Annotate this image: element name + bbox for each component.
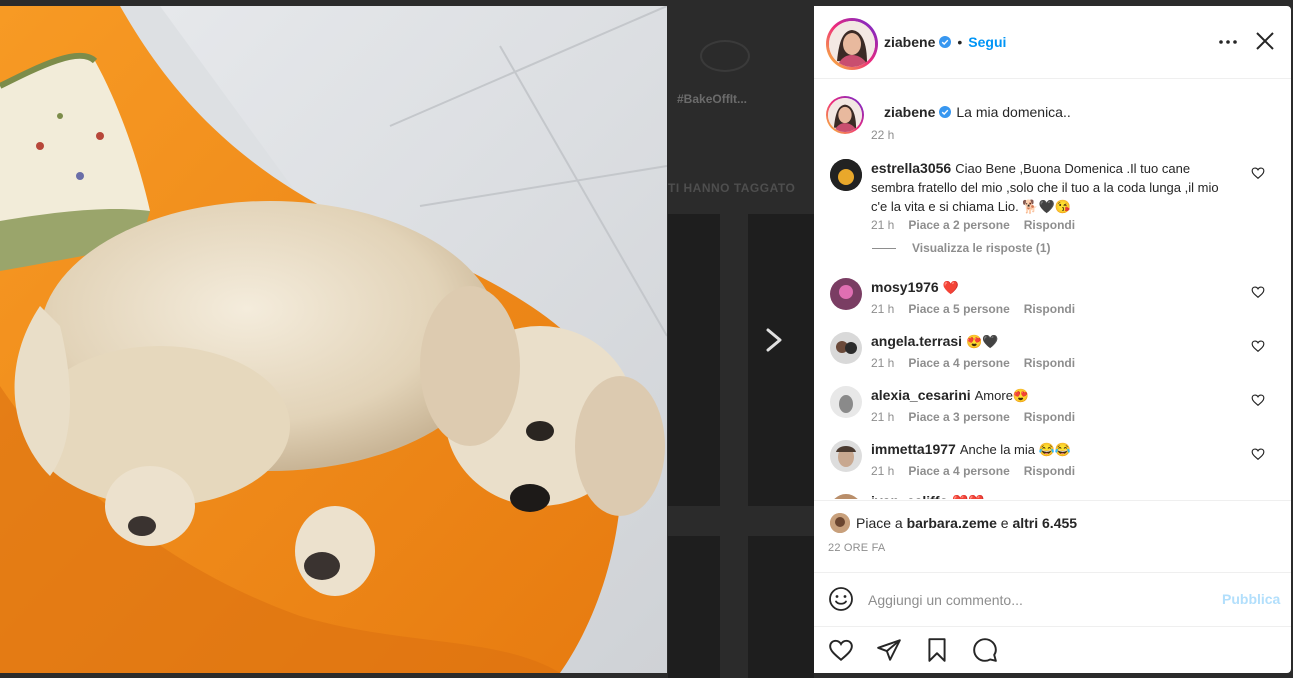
background-hashtag: #BakeOffIt... bbox=[677, 92, 748, 106]
reply-button[interactable]: Rispondi bbox=[1024, 410, 1075, 424]
comment-meta: 21 h Piace a 2 persone Rispondi bbox=[871, 218, 1075, 232]
comment-text-block: alexia_cesarini Amore😍 bbox=[871, 386, 1231, 405]
author-avatar[interactable] bbox=[829, 21, 875, 67]
comment-avatar[interactable] bbox=[830, 332, 862, 364]
comment-meta: 21 h Piace a 4 persone Rispondi bbox=[871, 356, 1075, 370]
background-tile bbox=[748, 214, 814, 506]
background-tile bbox=[668, 536, 720, 678]
author-username[interactable]: ziabene bbox=[884, 34, 935, 50]
comment-username[interactable]: alexia_cesarini bbox=[871, 387, 971, 403]
likes-line[interactable]: Piace a barbara.zeme e altri 6.455 bbox=[856, 515, 1077, 531]
emoji-icon[interactable] bbox=[828, 586, 854, 612]
follow-button[interactable]: Segui bbox=[968, 34, 1006, 50]
comment-time[interactable]: 21 h bbox=[871, 218, 894, 232]
comment-heart-icon[interactable] bbox=[1251, 447, 1265, 461]
post-photo[interactable] bbox=[0, 6, 667, 673]
liker-avatar[interactable] bbox=[830, 513, 850, 533]
comment-username[interactable]: immetta1977 bbox=[871, 441, 956, 457]
likes-middle: e bbox=[1000, 515, 1009, 531]
background-tile bbox=[668, 214, 720, 506]
comment-text-block: mosy1976 ❤️ bbox=[871, 278, 1231, 297]
comment-likes[interactable]: Piace a 4 persone bbox=[908, 356, 1009, 370]
bookmark-icon[interactable] bbox=[924, 637, 950, 663]
likes-prefix: Piace a bbox=[856, 515, 903, 531]
comment-time[interactable]: 21 h bbox=[871, 464, 894, 478]
replies-line bbox=[872, 247, 896, 249]
comment-input[interactable] bbox=[866, 585, 1210, 615]
post-side-panel: ziabene • Segui ziabene La mia domenica.… bbox=[814, 6, 1291, 673]
likes-section: Piace a barbara.zeme e altri 6.455 22 OR… bbox=[814, 500, 1291, 573]
close-icon[interactable] bbox=[1254, 30, 1276, 52]
comment-avatar[interactable] bbox=[830, 386, 862, 418]
comment-icon[interactable] bbox=[972, 637, 998, 663]
liker-username[interactable]: barbara.zeme bbox=[907, 515, 997, 531]
caption: ziabene La mia domenica.. bbox=[884, 103, 1071, 121]
caption-avatar-ring[interactable] bbox=[826, 96, 864, 134]
share-icon[interactable] bbox=[876, 637, 902, 663]
post-time-ago[interactable]: 22 ORE FA bbox=[828, 542, 885, 554]
heart-icon[interactable] bbox=[828, 637, 854, 663]
background-avatar bbox=[700, 40, 750, 72]
action-bar bbox=[814, 626, 1291, 674]
background-tile bbox=[748, 536, 814, 678]
comment-time[interactable]: 21 h bbox=[871, 410, 894, 424]
comment-text: ❤️ bbox=[942, 280, 959, 295]
comment-avatar[interactable] bbox=[830, 278, 862, 310]
next-post-button[interactable] bbox=[760, 324, 788, 356]
comment-heart-icon[interactable] bbox=[1251, 285, 1265, 299]
comment-meta: 21 h Piace a 4 persone Rispondi bbox=[871, 464, 1075, 478]
comment-avatar[interactable] bbox=[830, 440, 862, 472]
comment-username[interactable]: estrella3056 bbox=[871, 160, 951, 176]
comment-text: 😍🖤 bbox=[966, 334, 999, 349]
comment-time[interactable]: 21 h bbox=[871, 356, 894, 370]
more-options-icon[interactable] bbox=[1218, 32, 1238, 52]
comment-username[interactable]: mosy1976 bbox=[871, 279, 939, 295]
comment-meta: 21 h Piace a 5 persone Rispondi bbox=[871, 302, 1075, 316]
caption-text: La mia domenica.. bbox=[956, 104, 1071, 120]
dog-photo-illustration bbox=[0, 6, 667, 673]
comment-avatar[interactable] bbox=[830, 494, 862, 499]
comment-avatar[interactable] bbox=[830, 159, 862, 191]
header-user-line: ziabene • Segui bbox=[884, 34, 1006, 50]
view-replies-label: Visualizza le risposte (1) bbox=[912, 241, 1051, 255]
comment-username[interactable]: angela.terrasi bbox=[871, 333, 962, 349]
comments-list[interactable]: ziabene La mia domenica.. 22 h estrella30… bbox=[814, 79, 1291, 499]
likes-others[interactable]: altri 6.455 bbox=[1012, 515, 1077, 531]
publish-button[interactable]: Pubblica bbox=[1222, 591, 1280, 607]
caption-avatar[interactable] bbox=[828, 98, 862, 132]
comment-text-block: estrella3056 Ciao Bene ,Buona Domenica .I… bbox=[871, 159, 1231, 216]
separator-dot: • bbox=[957, 34, 963, 50]
reply-button[interactable]: Rispondi bbox=[1024, 464, 1075, 478]
verified-icon bbox=[939, 106, 952, 118]
reply-button[interactable]: Rispondi bbox=[1024, 218, 1075, 232]
author-avatar-ring[interactable] bbox=[826, 18, 878, 70]
comment-likes[interactable]: Piace a 5 persone bbox=[908, 302, 1009, 316]
comment-text: Anche la mia 😂😂 bbox=[959, 442, 1071, 457]
comment-text: ❤️❤️ bbox=[952, 494, 984, 499]
add-comment-bar: Pubblica bbox=[814, 572, 1291, 627]
verified-icon bbox=[939, 36, 952, 48]
comment-text-block: immetta1977 Anche la mia 😂😂 bbox=[871, 440, 1231, 459]
comment-heart-icon[interactable] bbox=[1251, 393, 1265, 407]
comment-text: Amore😍 bbox=[974, 388, 1030, 403]
reply-button[interactable]: Rispondi bbox=[1024, 356, 1075, 370]
comment-meta: 21 h Piace a 3 persone Rispondi bbox=[871, 410, 1075, 424]
view-replies-button[interactable]: Visualizza le risposte (1) bbox=[872, 241, 1051, 255]
chevron-right-icon bbox=[766, 328, 782, 352]
comment-likes[interactable]: Piace a 3 persone bbox=[908, 410, 1009, 424]
comment-heart-icon[interactable] bbox=[1251, 166, 1265, 180]
background-tagged-label: TI HANNO TAGGATO bbox=[668, 181, 796, 195]
comment-heart-icon[interactable] bbox=[1251, 339, 1265, 353]
comment-text-block: angela.terrasi 😍🖤 bbox=[871, 332, 1231, 351]
comment-username[interactable]: ivan_califfo bbox=[871, 493, 948, 499]
post-header: ziabene • Segui bbox=[814, 6, 1291, 79]
comment-time[interactable]: 21 h bbox=[871, 302, 894, 316]
reply-button[interactable]: Rispondi bbox=[1024, 302, 1075, 316]
caption-time: 22 h bbox=[871, 128, 895, 142]
comment-likes[interactable]: Piace a 2 persone bbox=[908, 218, 1009, 232]
comment-likes[interactable]: Piace a 4 persone bbox=[908, 464, 1009, 478]
comment-text-block: ivan_califfo ❤️❤️ bbox=[871, 492, 1231, 499]
caption-username[interactable]: ziabene bbox=[884, 104, 935, 120]
